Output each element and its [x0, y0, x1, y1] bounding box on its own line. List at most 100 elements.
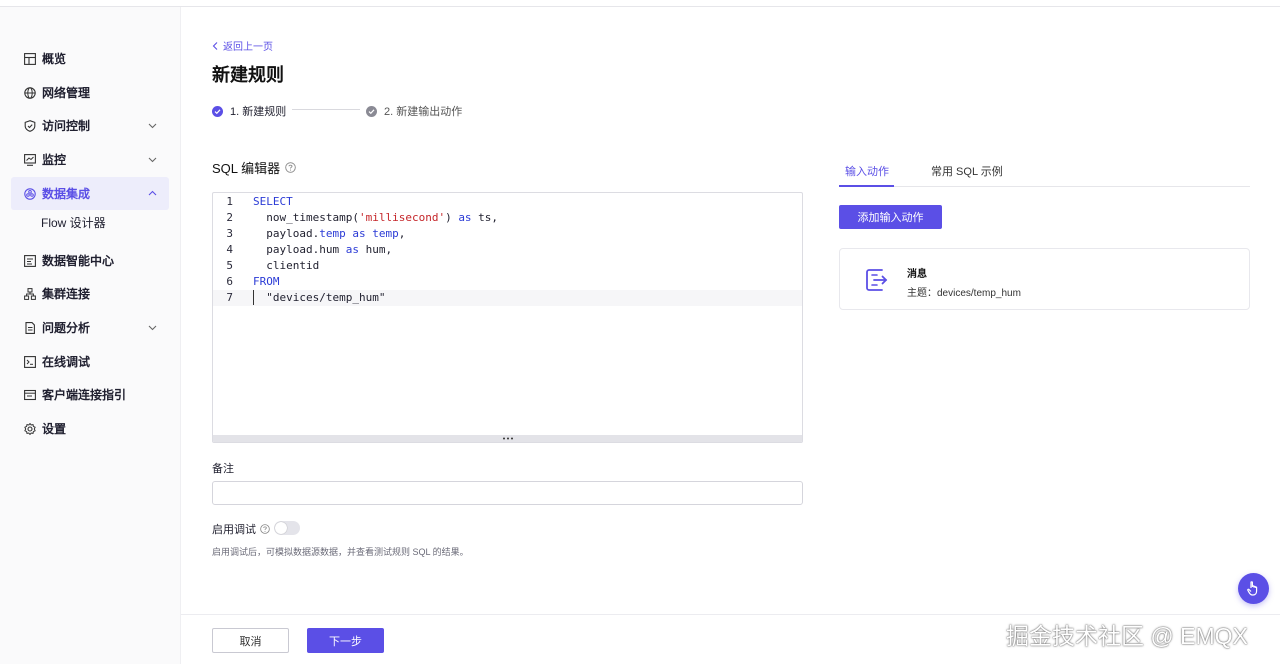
chevron-up-icon — [148, 190, 157, 196]
sidebar-item-label: 监控 — [42, 153, 67, 167]
step-label: 1. 新建规则 — [230, 106, 287, 118]
sql-editor[interactable]: 1 SELECT 2 now_timestamp('millisecond') as… — [212, 192, 803, 443]
code-line: 6 FROM — [213, 274, 802, 290]
code-text: SELECT — [253, 195, 293, 208]
code-line: 4 payload.hum as hum, — [213, 242, 802, 258]
hand-pointer-icon — [1247, 581, 1258, 596]
code-text: payload.temp as temp, — [253, 227, 406, 240]
debug-label-row: 启用调试 — [212, 521, 270, 537]
sidebar-item-cluster[interactable]: 集群连接 — [11, 277, 169, 310]
debug-icon — [24, 355, 36, 368]
page-title: 新建规则 — [212, 65, 284, 85]
help-float-button[interactable] — [1238, 573, 1269, 604]
sidebar-item-label: 设置 — [42, 422, 67, 436]
sidebar-item-client-guide[interactable]: 客户端连接指引 — [11, 378, 169, 411]
chevron-down-icon — [148, 325, 157, 331]
sidebar-item-analysis[interactable]: 问题分析 — [11, 311, 169, 344]
debug-label: 启用调试 — [212, 524, 256, 536]
globe-icon — [24, 86, 36, 99]
message-input-icon — [866, 269, 888, 291]
line-number: 1 — [226, 195, 233, 208]
sidebar-item-label: 数据集成 — [42, 187, 91, 201]
sidebar-item-data-integration[interactable]: 数据集成 — [11, 177, 169, 210]
sidebar-item-network[interactable]: 网络管理 — [11, 76, 169, 109]
line-number: 7 — [226, 291, 233, 304]
code-text: clientid — [253, 259, 320, 272]
check-circle-icon — [366, 105, 377, 117]
sidebar-item-label: 访问控制 — [42, 119, 91, 133]
check-circle-icon — [212, 105, 223, 117]
sidebar-item-label: 集群连接 — [42, 287, 91, 301]
line-number: 3 — [226, 227, 233, 240]
debug-hint: 启用调试后，可模拟数据源数据，并查看测试规则 SQL 的结果。 — [212, 547, 469, 557]
line-number: 5 — [226, 259, 233, 272]
text-cursor — [253, 290, 254, 305]
sql-editor-title: SQL 编辑器 — [212, 161, 281, 176]
code-line: 1 SELECT — [213, 194, 802, 210]
step-label: 2. 新建输出动作 — [384, 106, 463, 118]
sidebar-item-label: 在线调试 — [42, 355, 91, 369]
step-2: 2. 新建输出动作 — [366, 103, 462, 119]
sidebar-item-label: 数据智能中心 — [42, 254, 115, 268]
sidebar-item-label: 概览 — [42, 52, 67, 66]
sidebar-item-overview[interactable]: 概览 — [11, 42, 169, 75]
next-button[interactable]: 下一步 — [307, 628, 384, 653]
code-text: payload.hum as hum, — [253, 243, 393, 256]
cluster-icon — [24, 287, 36, 300]
sidebar-item-data-center[interactable]: 数据智能中心 — [11, 244, 169, 277]
tab-active-indicator — [839, 185, 894, 187]
dashboard-icon — [24, 52, 36, 65]
guide-icon — [24, 389, 36, 401]
analysis-icon — [24, 321, 36, 334]
shield-icon — [24, 119, 36, 132]
code-text: now_timestamp('millisecond') as ts, — [253, 211, 499, 224]
cancel-button[interactable]: 取消 — [212, 628, 289, 653]
action-tabs: 输入动作 常用 SQL 示例 — [839, 160, 1250, 187]
card-subtitle: 主题：devices/temp_hum — [907, 288, 1021, 299]
sidebar: 概览 网络管理 访问控制 监控 数据集成 Flow 设计器 数据智能中心 集群连… — [0, 7, 181, 664]
note-input[interactable] — [212, 481, 803, 505]
watermark: 掘金技术社区 @ EMQX — [1006, 623, 1248, 649]
help-icon[interactable] — [260, 524, 270, 534]
sidebar-item-access-control[interactable]: 访问控制 — [11, 109, 169, 142]
help-icon[interactable] — [285, 162, 296, 173]
sidebar-item-monitor[interactable]: 监控 — [11, 143, 169, 176]
integration-icon — [24, 187, 36, 200]
sidebar-item-settings[interactable]: 设置 — [11, 412, 169, 445]
code-line: 2 now_timestamp('millisecond') as ts, — [213, 210, 802, 226]
gear-icon — [24, 422, 36, 435]
sidebar-item-label: 问题分析 — [42, 321, 91, 335]
top-divider — [0, 6, 1280, 7]
code-line: 7 "devices/temp_hum" — [213, 290, 802, 306]
sidebar-item-label: 网络管理 — [42, 86, 91, 100]
sidebar-subitem-flow-designer[interactable]: Flow 设计器 — [41, 214, 106, 231]
line-number: 4 — [226, 243, 233, 256]
back-link[interactable]: 返回上一页 — [212, 38, 273, 53]
tab-input-actions[interactable]: 输入动作 — [845, 163, 889, 179]
note-label: 备注 — [212, 463, 234, 475]
drag-handle-icon — [502, 437, 513, 440]
back-link-label: 返回上一页 — [223, 42, 273, 53]
add-input-action-button[interactable]: 添加输入动作 — [839, 205, 942, 229]
sidebar-item-label: 客户端连接指引 — [42, 388, 127, 402]
monitor-icon — [24, 153, 36, 166]
tab-sql-examples[interactable]: 常用 SQL 示例 — [931, 163, 1003, 179]
code-text: "devices/temp_hum" — [253, 291, 386, 304]
data-center-icon — [24, 254, 36, 267]
code-text: FROM — [253, 275, 280, 288]
debug-toggle[interactable] — [274, 521, 300, 535]
editor-resize-handle[interactable] — [213, 435, 802, 442]
chevron-down-icon — [148, 157, 157, 163]
step-1: 1. 新建规则 — [212, 103, 286, 119]
sql-editor-label: SQL 编辑器 — [212, 158, 296, 177]
input-action-card[interactable]: 消息 主题：devices/temp_hum — [839, 248, 1250, 310]
chevron-down-icon — [148, 123, 157, 129]
code-line: 5 clientid — [213, 258, 802, 274]
card-title: 消息 — [907, 269, 927, 280]
line-number: 6 — [226, 275, 233, 288]
toggle-knob — [275, 522, 287, 534]
step-connector — [292, 109, 360, 110]
sidebar-item-online-debug[interactable]: 在线调试 — [11, 345, 169, 378]
code-line: 3 payload.temp as temp, — [213, 226, 802, 242]
line-number: 2 — [226, 211, 233, 224]
